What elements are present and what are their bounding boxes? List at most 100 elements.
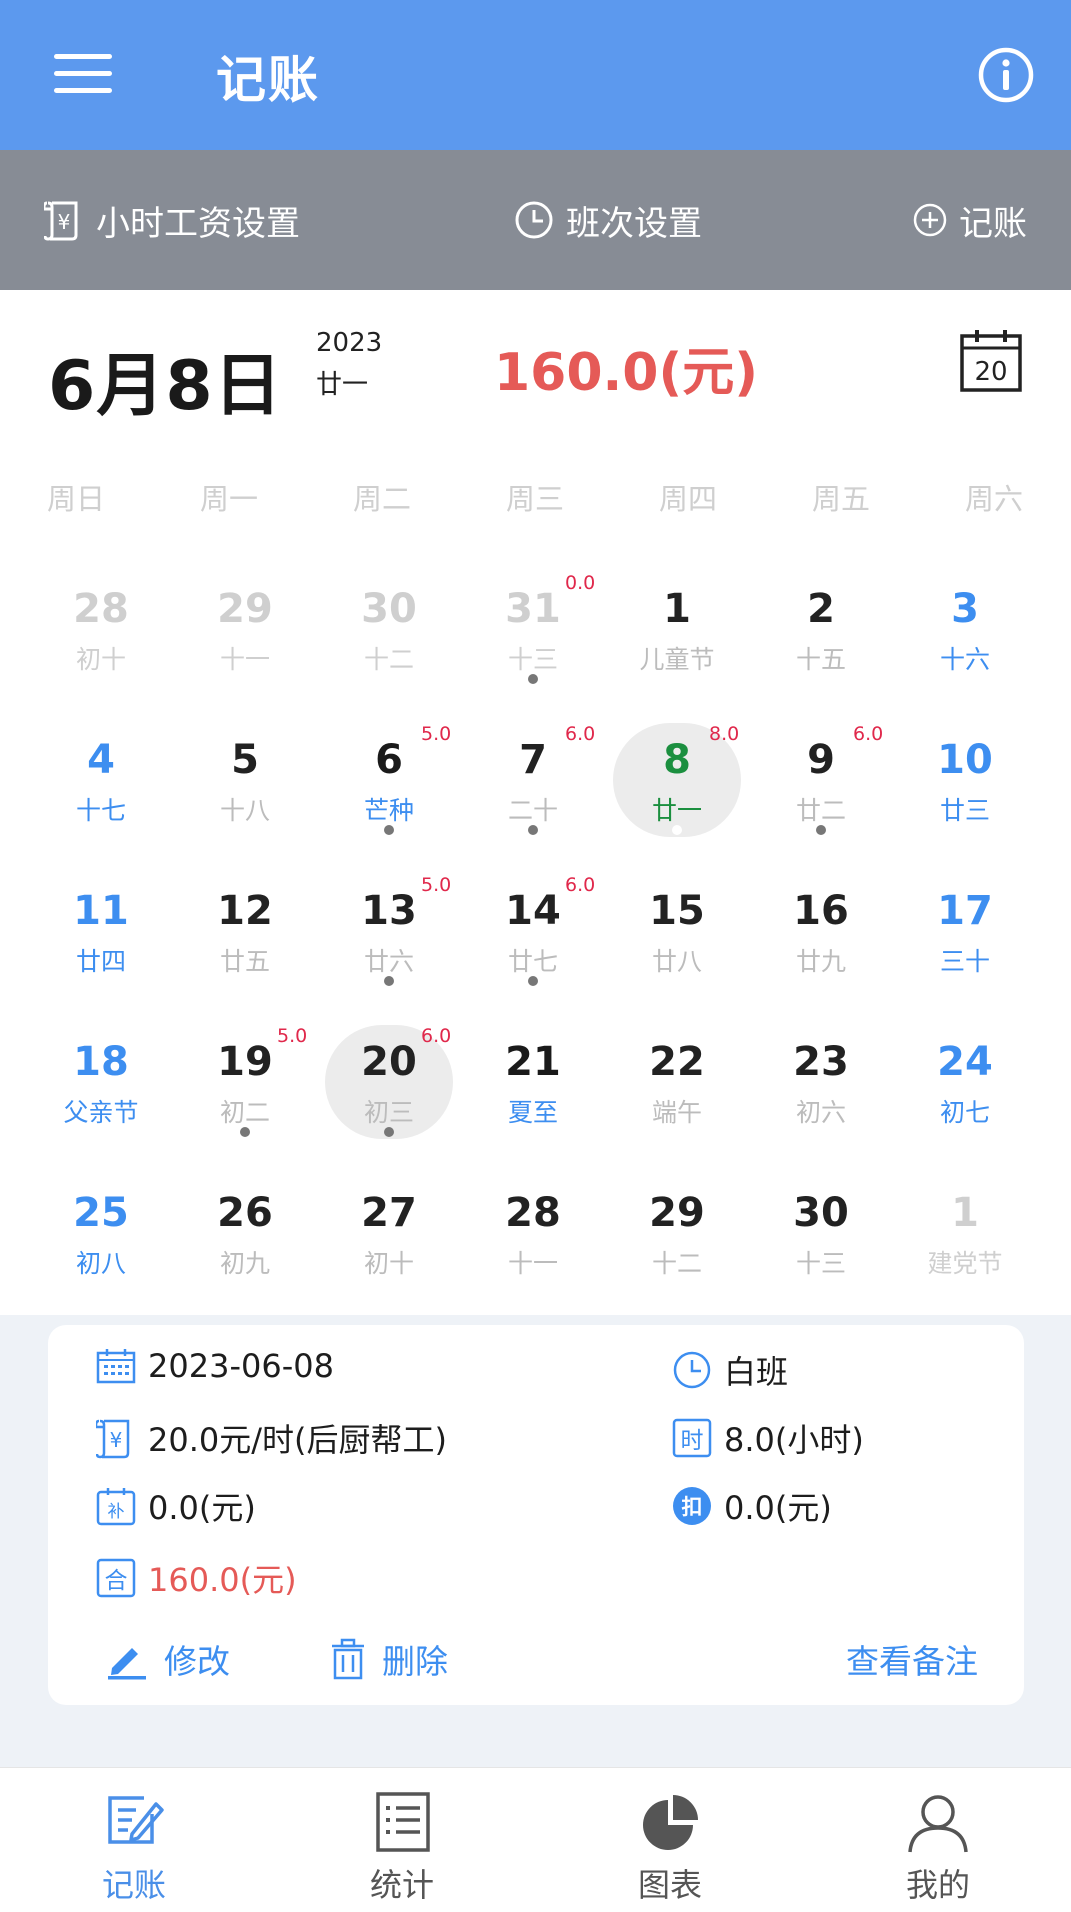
record-dot-indicator [672,825,682,835]
calendar-day-cell[interactable]: 21 夏至 [461,1023,605,1151]
calendar-day-cell[interactable]: 15 廿八 [605,872,749,1000]
calendar-day-cell[interactable]: 30 十三 [749,1174,893,1302]
calendar-day-cell[interactable]: 23 初六 [749,1023,893,1151]
hours-badge-icon: 时 [672,1418,712,1458]
lunar-date: 三十 [939,947,990,976]
lunar-date: 初十 [75,645,126,674]
tab-statistics[interactable]: 统计 [302,1768,502,1912]
calendar-day-cell[interactable]: 14 廿七 6.0 [461,872,605,1000]
calendar-day-cell[interactable]: 4 十七 [29,721,173,849]
add-record-label: 记账 [959,203,1027,244]
clock-icon [673,1351,711,1389]
subsidy-badge-icon: 补 [96,1488,136,1526]
lunar-date: 端午 [651,1098,702,1127]
day-amount-badge: 0.0 [565,572,596,594]
tab-bookkeeping[interactable]: 记账 [34,1768,234,1912]
calendar-day-cell[interactable]: 17 三十 [893,872,1037,1000]
lunar-date: 廿三 [939,796,990,825]
calendar-day-cell[interactable]: 25 初八 [29,1174,173,1302]
day-number: 24 [937,1039,993,1085]
calendar-day-cell[interactable]: 28 初十 [29,570,173,698]
tab-charts[interactable]: 图表 [570,1768,770,1912]
calendar-day-cell[interactable]: 10 廿三 [893,721,1037,849]
calendar-day-cell[interactable]: 9 廿二 6.0 [749,721,893,849]
lunar-date: 初六 [795,1098,846,1127]
calendar-day-cell[interactable]: 26 初九 [173,1174,317,1302]
calendar-day-cell[interactable]: 27 初十 [317,1174,461,1302]
calendar-day-cell[interactable]: 5 十八 [173,721,317,849]
shift-settings-button[interactable]: 班次设置 [514,150,702,290]
day-number: 27 [361,1190,417,1236]
lunar-date: 廿四 [75,947,126,976]
list-icon [376,1792,430,1852]
day-number: 2 [807,586,835,632]
calendar-day-cell[interactable]: 30 十二 [317,570,461,698]
info-icon[interactable] [977,46,1035,104]
day-amount-badge: 6.0 [565,723,596,745]
record-hours-row: 时 8.0(小时) [672,1415,864,1461]
calendar-day-cell[interactable]: 13 廿六 5.0 [317,872,461,1000]
calendar-day-cell[interactable]: 16 廿九 [749,872,893,1000]
day-number: 5 [231,737,259,783]
calendar-day-cell[interactable]: 18 父亲节 [29,1023,173,1151]
calendar-day-cell[interactable]: 29 十一 [173,570,317,698]
svg-text:¥: ¥ [110,1428,123,1452]
day-number: 22 [649,1039,705,1085]
menu-icon[interactable] [54,54,112,94]
calendar-day-cell[interactable]: 31 十三 0.0 [461,570,605,698]
svg-text:合: 合 [105,1568,128,1594]
calendar-day-cell[interactable]: 2 十五 [749,570,893,698]
svg-text:补: 补 [108,1502,125,1522]
lunar-date: 廿二 [795,796,846,825]
tab-profile[interactable]: 我的 [838,1768,1038,1912]
calendar-today-icon[interactable]: 20 [959,328,1023,392]
settings-toolbar: ¥ 小时工资设置 班次设置 记账 [0,150,1071,290]
day-amount-badge: 6.0 [565,874,596,896]
lunar-date: 十二 [363,645,414,674]
lunar-date: 初二 [219,1098,270,1127]
calendar-day-cell[interactable]: 6 芒种 5.0 [317,721,461,849]
day-number: 29 [217,586,273,632]
calendar-day-cell[interactable]: 3 十六 [893,570,1037,698]
record-dot-indicator [384,976,394,986]
app-bar: 记账 [0,0,1071,150]
delete-button[interactable]: 删除 [330,1635,448,1683]
day-amount-badge: 6.0 [853,723,884,745]
calendar-day-cell[interactable]: 8 廿一 8.0 [605,721,749,849]
selected-lunar-date: 廿一 [316,370,369,400]
weekday-header: 周日 周一 周二 周三 周四 周五 周六 [0,476,1071,536]
record-dot-indicator [240,1127,250,1137]
svg-text:¥: ¥ [58,210,71,234]
hourly-wage-settings-button[interactable]: ¥ 小时工资设置 [44,150,300,290]
lunar-date: 十一 [507,1249,558,1278]
day-number: 25 [73,1190,129,1236]
lunar-date: 儿童节 [639,645,715,674]
calendar-day-cell[interactable]: 7 二十 6.0 [461,721,605,849]
view-notes-button[interactable]: 查看备注 [846,1635,978,1683]
calendar-day-cell[interactable]: 22 端午 [605,1023,749,1151]
record-dot-indicator [528,976,538,986]
calendar-day-cell[interactable]: 24 初七 [893,1023,1037,1151]
tab-label: 统计 [369,1866,434,1904]
calendar-day-cell[interactable]: 19 初二 5.0 [173,1023,317,1151]
lunar-date: 十八 [219,796,270,825]
lunar-date: 十六 [939,645,990,674]
calendar-day-cell[interactable]: 1 儿童节 [605,570,749,698]
calendar-day-cell[interactable]: 12 廿五 [173,872,317,1000]
lunar-date: 芒种 [363,796,414,825]
calendar-day-cell[interactable]: 20 初三 6.0 [317,1023,461,1151]
calendar-day-cell[interactable]: 1 建党节 [893,1174,1037,1302]
record-wage: 20.0元/时(后厨帮工) [148,1421,448,1459]
calendar-panel: 6月8日 2023 廿一 160.0(元) 20 周日 周一 周二 周三 周四 … [0,290,1071,1315]
day-amount-badge: 6.0 [421,1025,452,1047]
calendar-day-cell[interactable]: 28 十一 [461,1174,605,1302]
calendar-day-cell[interactable]: 11 廿四 [29,872,173,1000]
record-dot-indicator [528,825,538,835]
hourly-wage-settings-label: 小时工资设置 [96,203,300,244]
record-shift-row: 白班 [672,1347,788,1393]
edit-button[interactable]: 修改 [106,1635,230,1683]
day-number: 28 [73,586,129,632]
calendar-day-cell[interactable]: 29 十二 [605,1174,749,1302]
add-record-button[interactable]: 记账 [913,150,1027,290]
day-number: 26 [217,1190,273,1236]
